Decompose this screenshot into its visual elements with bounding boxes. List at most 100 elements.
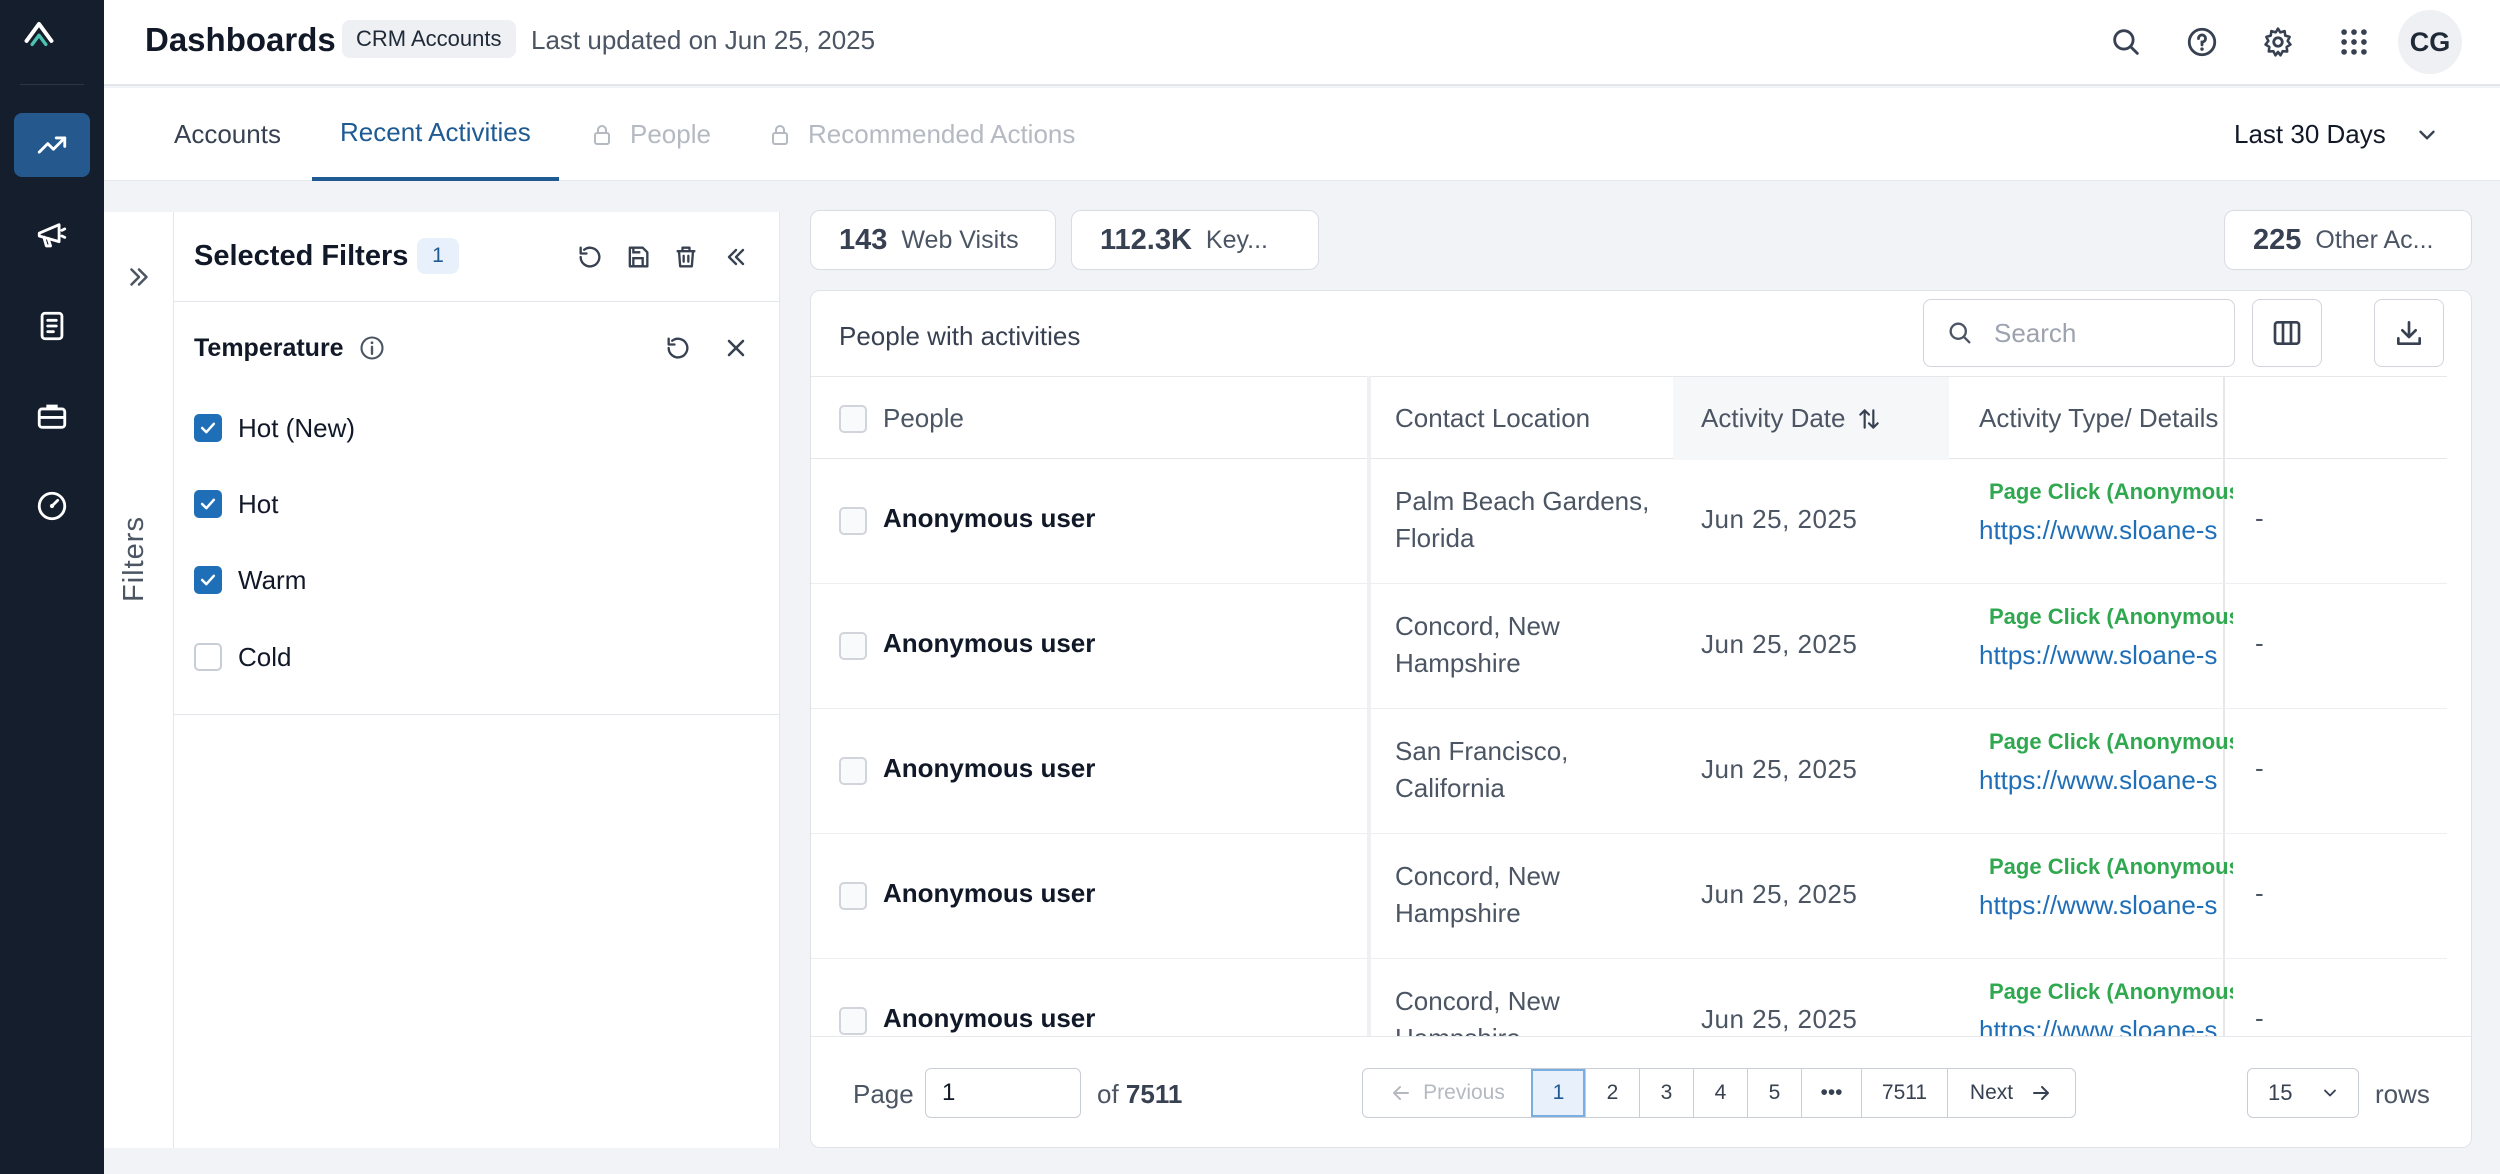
nav-campaigns[interactable] — [14, 204, 90, 268]
app-logo-icon[interactable] — [22, 16, 82, 68]
nav-performance[interactable] — [14, 474, 90, 538]
columns-button[interactable] — [2252, 299, 2322, 367]
column-header-activity[interactable]: Activity Type/ Details — [1979, 377, 2233, 460]
apps-button[interactable] — [2332, 20, 2376, 64]
save-filters-button[interactable] — [620, 239, 656, 275]
header-select-all[interactable]: People — [839, 377, 964, 460]
rows-per-page-select[interactable]: 15 — [2247, 1068, 2359, 1118]
checkbox-checked[interactable] — [194, 566, 222, 594]
page-button-last[interactable]: 7511 — [1861, 1069, 1947, 1117]
settings-button[interactable] — [2256, 20, 2300, 64]
activity-type: Page Click (Anonymous) — [1979, 729, 2233, 755]
gear-icon — [2264, 27, 2292, 57]
select-all-checkbox[interactable] — [839, 404, 867, 433]
page-button-1[interactable]: 1 — [1531, 1069, 1585, 1117]
date-range-value: Last 30 Days — [2234, 119, 2386, 149]
previous-page-button[interactable]: Previous — [1363, 1069, 1531, 1117]
reset-temperature-button[interactable] — [660, 330, 696, 366]
person-name[interactable]: Anonymous user — [883, 503, 1095, 534]
person-name[interactable]: Anonymous user — [883, 1003, 1095, 1034]
table-row[interactable]: Anonymous user Concord, New Hampshire Ju… — [811, 584, 2447, 709]
filters-toggle-strip[interactable]: Filters — [104, 212, 174, 1148]
filter-option-hot-new[interactable]: Hot (New) — [194, 408, 355, 448]
tab-accounts[interactable]: Accounts — [174, 88, 281, 181]
page-button-4[interactable]: 4 — [1693, 1069, 1747, 1117]
chevrons-left-icon — [727, 248, 745, 266]
person-name[interactable]: Anonymous user — [883, 628, 1095, 659]
filter-option-hot[interactable]: Hot — [194, 484, 278, 524]
search-button[interactable] — [2104, 20, 2148, 64]
table-row[interactable]: Anonymous user Concord, New Hampshire Ju… — [811, 959, 2447, 1036]
filter-option-warm[interactable]: Warm — [194, 560, 306, 600]
next-page-button[interactable]: Next — [1947, 1069, 2075, 1117]
tabs-bar: Accounts Recent Activities People Recomm… — [104, 88, 2500, 181]
previous-label: Previous — [1423, 1081, 1505, 1104]
row-checkbox[interactable] — [839, 632, 867, 660]
metric-key[interactable]: 112.3K Key... — [1071, 210, 1319, 270]
filter-option-label: Warm — [238, 564, 307, 595]
contact-location: Palm Beach Gardens, Florida — [1395, 486, 1650, 553]
checkbox-checked[interactable] — [194, 490, 222, 518]
next-label: Next — [1969, 1081, 2014, 1104]
download-button[interactable] — [2374, 299, 2444, 367]
table-search-input[interactable]: Search — [1923, 299, 2235, 367]
activity-date: Jun 25, 2025 — [1701, 629, 1858, 659]
activity-url-link[interactable]: https://www.sloane-s — [1979, 515, 2233, 546]
row-checkbox[interactable] — [839, 882, 867, 910]
save-icon — [628, 246, 649, 268]
nav-reports[interactable] — [14, 294, 90, 358]
activity-url-link[interactable]: https://www.sloane-s — [1979, 640, 2233, 671]
row-checkbox[interactable] — [839, 757, 867, 785]
metric-other-activities[interactable]: 225 Other Ac... — [2224, 210, 2472, 270]
last-updated-text: Last updated on Jun 25, 2025 — [531, 25, 876, 55]
activity-details: Page Click (Anonymous) https://www.sloan… — [1979, 979, 2233, 1036]
page-ellipsis-button[interactable]: ••• — [1801, 1069, 1861, 1117]
document-icon — [40, 311, 64, 341]
nav-accounts[interactable] — [14, 384, 90, 448]
activities-table-card: People with activities Search People Con… — [810, 290, 2472, 1148]
person-name[interactable]: Anonymous user — [883, 753, 1095, 784]
filter-option-cold[interactable]: Cold — [194, 637, 291, 677]
page-number-input[interactable]: 1 — [925, 1068, 1081, 1118]
remove-temperature-button[interactable] — [718, 330, 754, 366]
page-button-2[interactable]: 2 — [1585, 1069, 1639, 1117]
column-header-location[interactable]: Contact Location — [1395, 377, 1590, 460]
tab-recommended-actions[interactable]: Recommended Actions — [768, 88, 1075, 181]
row-checkbox[interactable] — [839, 507, 867, 535]
info-icon[interactable] — [358, 334, 386, 362]
help-button[interactable] — [2180, 20, 2224, 64]
activity-url-link[interactable]: https://www.sloane-s — [1979, 765, 2233, 796]
activity-url-link[interactable]: https://www.sloane-s — [1979, 890, 2233, 921]
person-name[interactable]: Anonymous user — [883, 878, 1095, 909]
sort-icon[interactable] — [1856, 406, 1882, 432]
reset-icon — [579, 246, 601, 268]
contact-location: San Francisco, California — [1395, 736, 1569, 803]
checkbox-unchecked[interactable] — [194, 643, 222, 671]
column-header-date[interactable]: Activity Date — [1701, 377, 1882, 460]
tab-recent-activities[interactable]: Recent Activities — [312, 88, 559, 181]
top-header: Dashboards CRM Accounts Last updated on … — [104, 0, 2500, 86]
nav-dashboards[interactable] — [14, 113, 90, 177]
table-row[interactable]: Anonymous user San Francisco, California… — [811, 709, 2447, 834]
pager: Previous 1 2 3 4 5 ••• 7511 Next — [1362, 1068, 2076, 1118]
chevrons-right-icon[interactable] — [124, 262, 154, 292]
search-icon — [1949, 322, 1971, 344]
activity-type: Page Click (Anonymous) — [1979, 604, 2233, 630]
user-avatar[interactable]: CG — [2398, 10, 2462, 74]
reset-filters-button[interactable] — [572, 239, 608, 275]
table-row[interactable]: Anonymous user Concord, New Hampshire Ju… — [811, 834, 2447, 959]
selected-filters-title: Selected Filters — [194, 240, 409, 272]
delete-filters-button[interactable] — [668, 239, 704, 275]
activity-type-label: Page Click (Anonymous) — [1989, 604, 2233, 629]
tab-people[interactable]: People — [590, 88, 711, 181]
page-button-3[interactable]: 3 — [1639, 1069, 1693, 1117]
collapse-filters-button[interactable] — [718, 239, 754, 275]
search-icon — [2113, 29, 2139, 55]
checkbox-checked[interactable] — [194, 414, 222, 442]
metric-web-visits[interactable]: 143 Web Visits — [810, 210, 1056, 270]
page-button-5[interactable]: 5 — [1747, 1069, 1801, 1117]
activity-url-link[interactable]: https://www.sloane-s — [1979, 1015, 2233, 1036]
date-range-dropdown[interactable]: Last 30 Days — [2234, 88, 2440, 181]
table-row[interactable]: Anonymous user Palm Beach Gardens, Flori… — [811, 459, 2447, 584]
row-checkbox[interactable] — [839, 1007, 867, 1035]
